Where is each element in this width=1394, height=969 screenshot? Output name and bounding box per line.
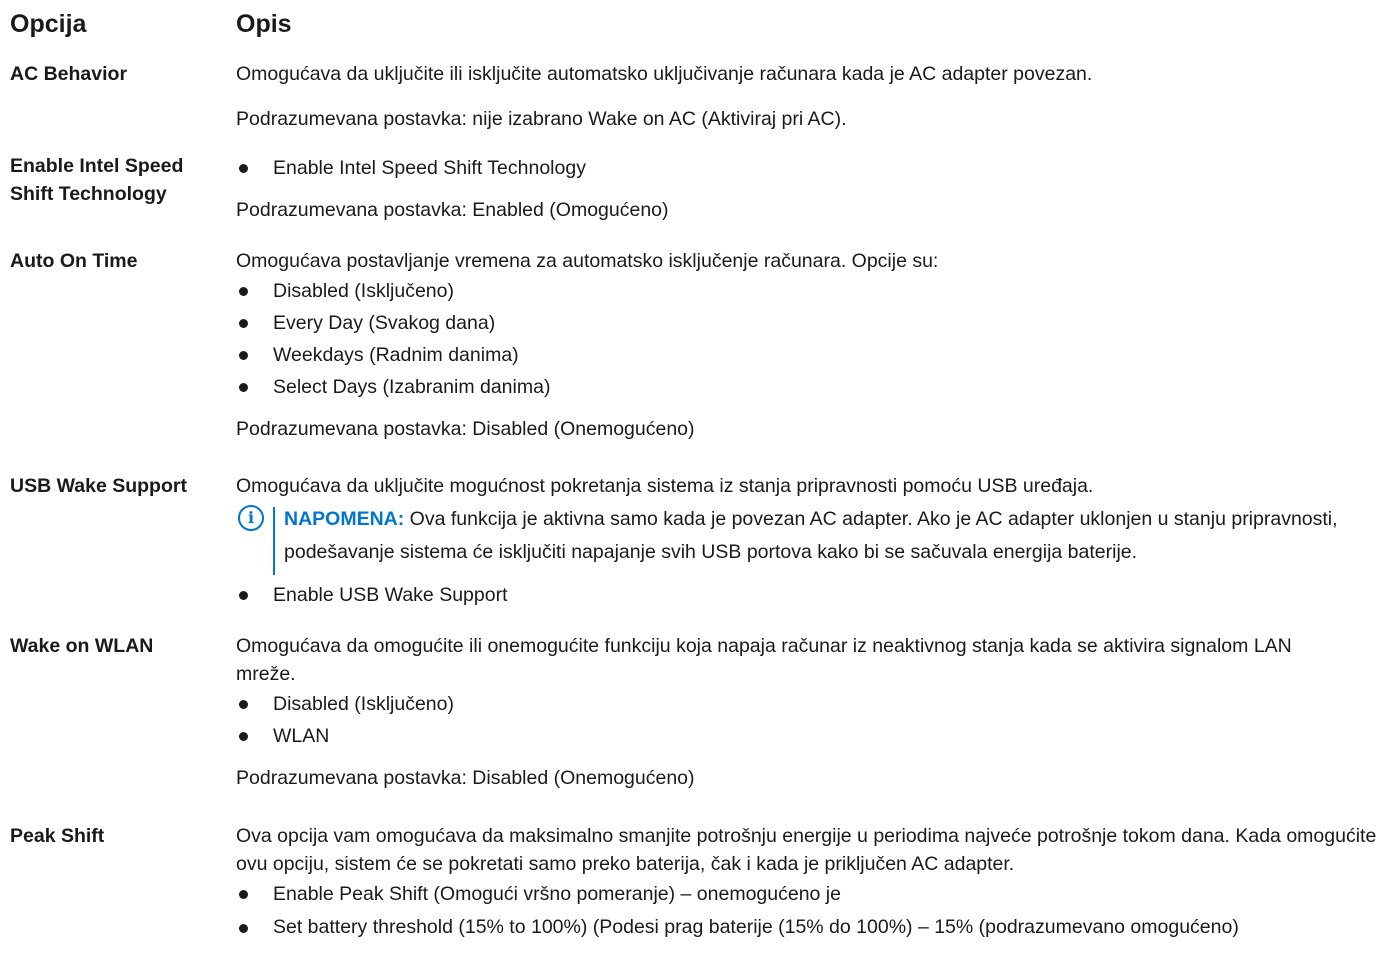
note-text: NAPOMENA: Ova funkcija je aktivna samo k… [284,503,1386,569]
list-item: Disabled (Isključeno) [236,688,1386,720]
note-box: i NAPOMENA: Ova funkcija je aktivna samo… [236,503,1386,575]
options-list: Disabled (Isključeno) Every Day (Svakog … [236,275,1386,403]
option-name: Auto On Time [10,250,138,272]
option-description: Enable Intel Speed Shift Technology Podr… [236,152,1386,224]
list-item: Enable USB Wake Support [236,579,1386,611]
option-name: Wake on WLAN [10,635,154,657]
description-text: Omogućava postavljanje vremena za automa… [236,250,939,272]
option-description: Omogućava postavljanje vremena za automa… [236,247,1386,443]
option-name: Enable Intel Speed Shift Technology [10,155,184,205]
description-text: Ova opcija vam omogućava da maksimalno s… [236,825,1377,875]
list-item: Disabled (Isključeno) [236,275,1386,307]
option-description: Ova opcija vam omogućava da maksimalno s… [236,822,1386,940]
option-description: Omogućava da uključite mogućnost pokreta… [236,472,1386,611]
option-name: USB Wake Support [10,475,187,497]
default-text: Podrazumevana postavka: Disabled (Onemog… [236,418,695,440]
list-item: Weekdays (Radnim danima) [236,339,1386,371]
option-description: Omogućava da omogućite ili onemogućite f… [236,632,1386,792]
default-text: Podrazumevana postavka: Disabled (Onemog… [236,767,695,789]
note-body: Ova funkcija je aktivna samo kada je pov… [284,508,1338,563]
option-name: AC Behavior [10,63,128,85]
list-item: Enable Intel Speed Shift Technology [236,152,1386,184]
list-item: Select Days (Izabranim danima) [236,371,1386,403]
header-option: Opcija [10,10,87,38]
list-item: Enable Peak Shift (Omogući vršno pomeran… [236,878,1386,910]
settings-table: Opcija Opis AC Behavior Omogućava da ukl… [0,0,1394,969]
list-item: WLAN [236,720,1386,752]
note-bar [273,507,275,575]
list-item: Every Day (Svakog dana) [236,307,1386,339]
default-text: Podrazumevana postavka: nije izabrano Wa… [236,108,847,130]
header-description: Opis [236,10,292,38]
list-item: Set battery threshold (15% to 100%) (Pod… [236,914,1313,940]
description-text: Omogućava da uključite ili isključite au… [236,63,1093,85]
options-list: Enable Intel Speed Shift Technology [236,152,1386,184]
option-name: Peak Shift [10,825,105,847]
default-text: Podrazumevana postavka: Enabled (Omoguće… [236,199,669,221]
options-list: Disabled (Isključeno) WLAN [236,688,1386,752]
options-list: Enable USB Wake Support [236,579,1386,611]
option-description: Omogućava da uključite ili isključite au… [236,60,1386,133]
info-icon: i [238,505,264,531]
options-list: Enable Peak Shift (Omogući vršno pomeran… [236,878,1386,940]
description-text: Omogućava da omogućite ili onemogućite f… [236,635,1292,685]
note-label: NAPOMENA: [284,508,405,530]
description-text: Omogućava da uključite mogućnost pokreta… [236,475,1094,497]
